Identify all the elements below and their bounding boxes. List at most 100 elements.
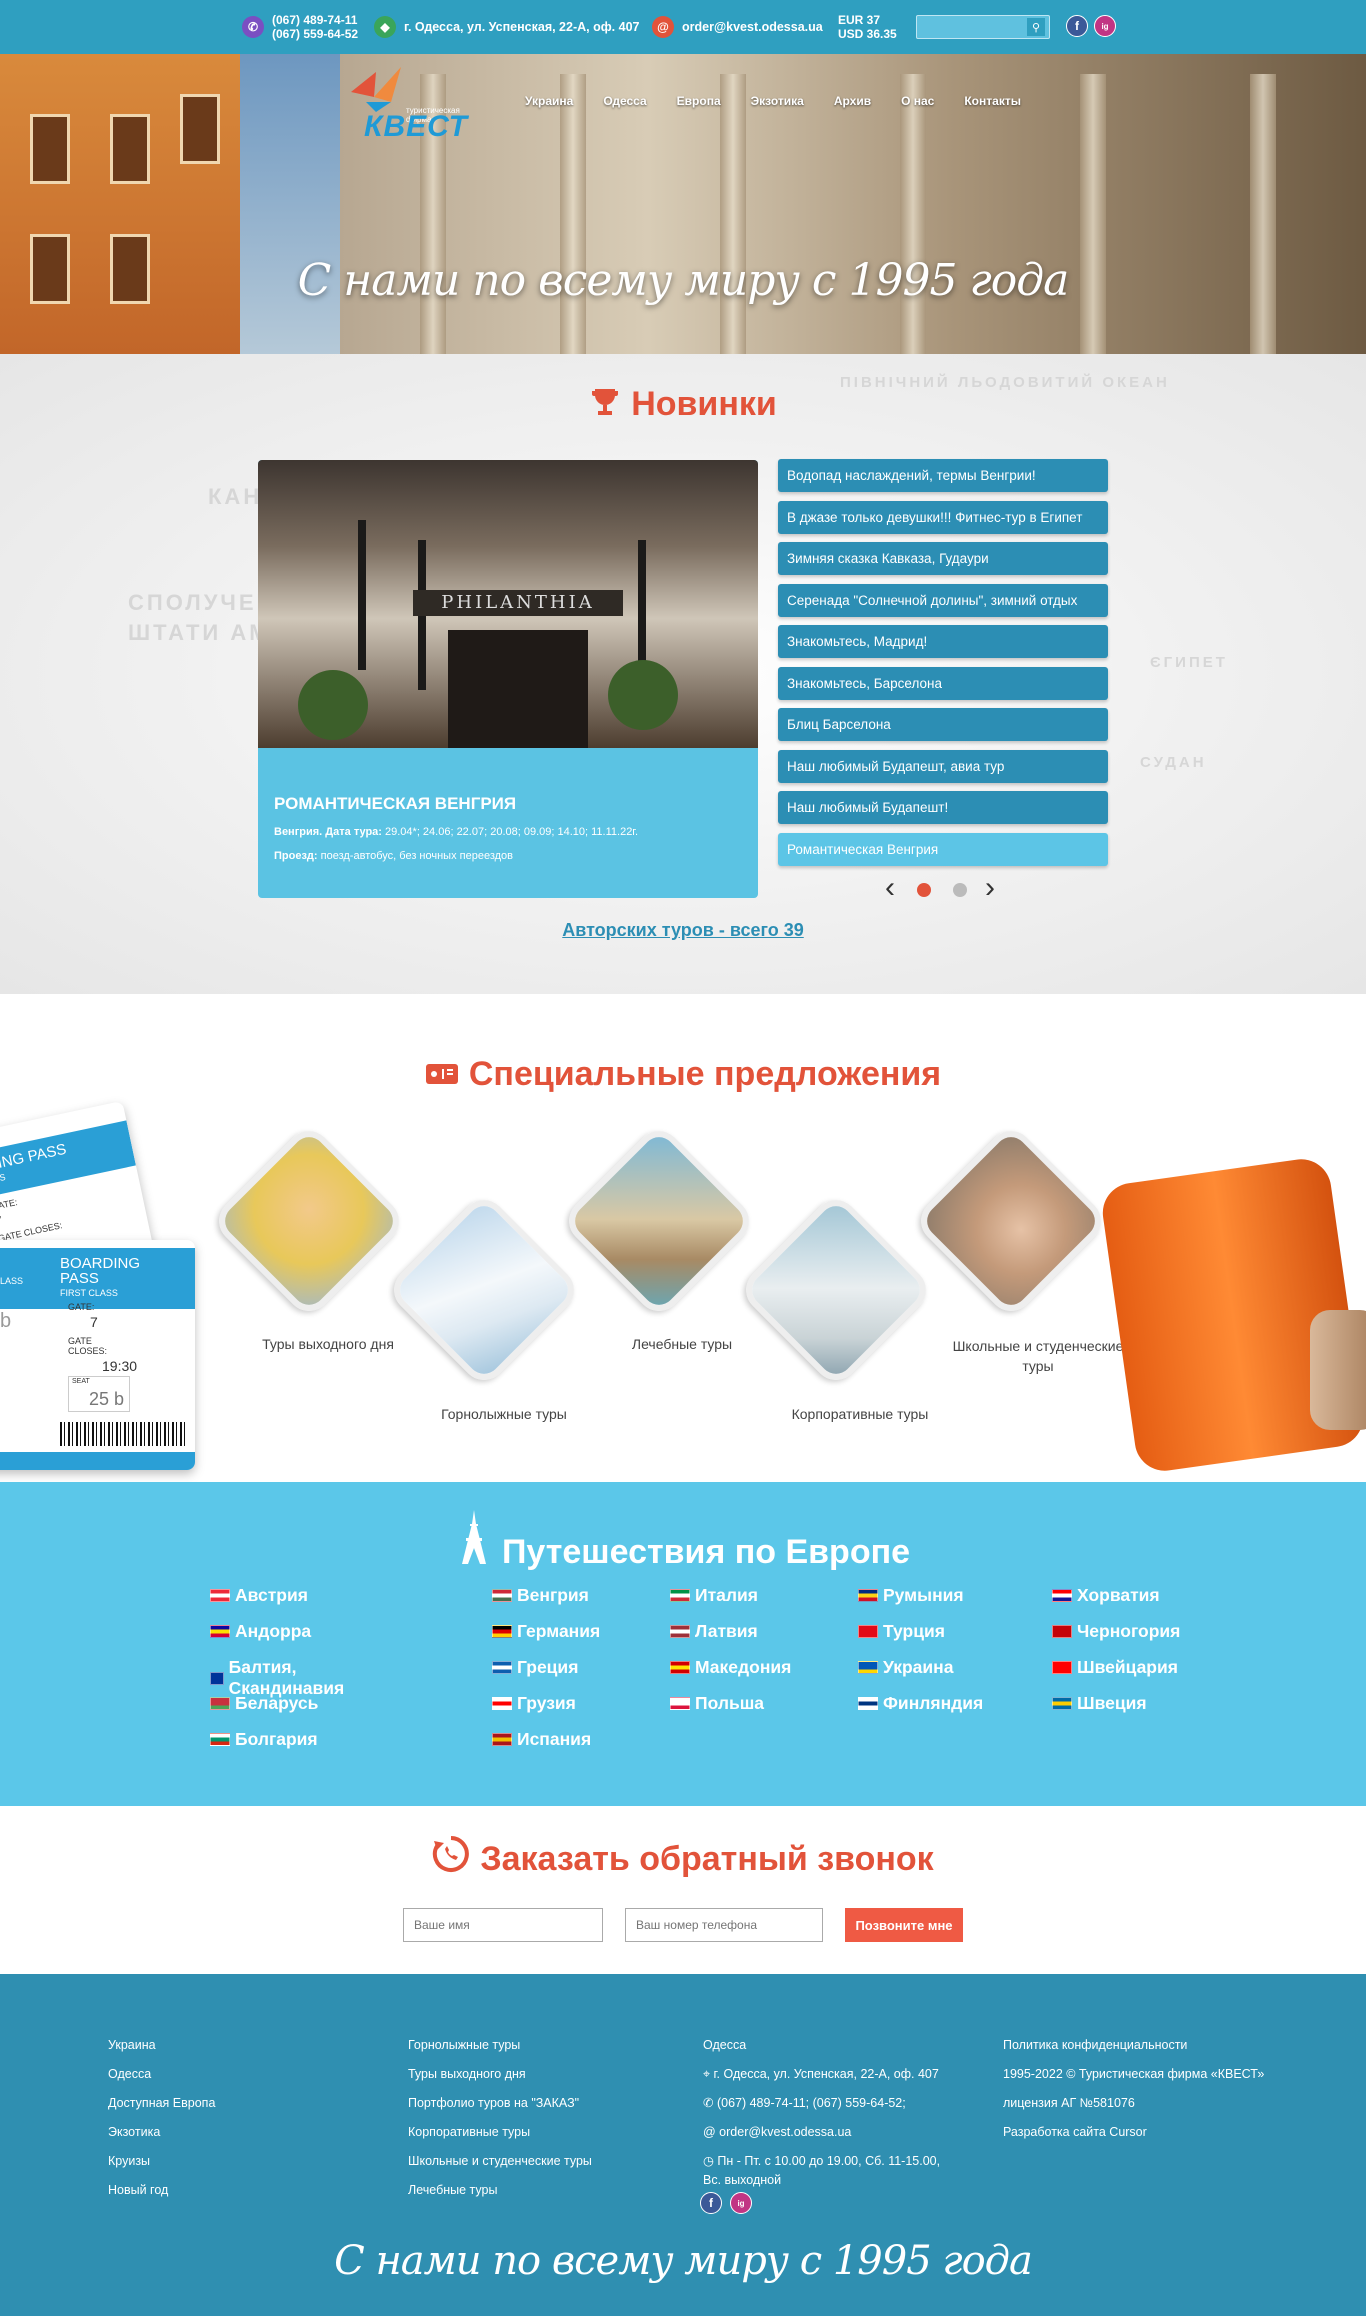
phone-link-1[interactable]: (067) 489-74-11 — [272, 13, 358, 27]
footer-link[interactable]: Украина — [108, 2031, 215, 2060]
country-name: Германия — [517, 1621, 601, 1641]
privacy-policy-link[interactable]: Политика конфиденциальности — [1003, 2031, 1264, 2060]
country-name: Украина — [883, 1657, 954, 1677]
nav-item-about[interactable]: О нас — [886, 94, 949, 108]
footer-link[interactable]: Школьные и студенческие туры — [408, 2147, 592, 2176]
country-link[interactable]: Болгария — [210, 1729, 318, 1750]
country-link[interactable]: Германия — [492, 1621, 600, 1642]
country-link[interactable]: Италия — [670, 1585, 758, 1606]
country-link[interactable]: Финляндия — [858, 1693, 983, 1714]
country-link[interactable]: Австрия — [210, 1585, 308, 1606]
tile-corporate-tours[interactable] — [737, 1191, 935, 1389]
nav-item-archive[interactable]: Архив — [819, 94, 886, 108]
footer-link[interactable]: Экзотика — [108, 2118, 215, 2147]
country-link[interactable]: Латвия — [670, 1621, 758, 1642]
country-link[interactable]: Швейцария — [1052, 1657, 1178, 1678]
news-item[interactable]: Наш любимый Будапешт! — [778, 791, 1108, 824]
tile-health-tours[interactable] — [560, 1122, 758, 1320]
trophy-icon — [589, 386, 621, 427]
tile-ski-tours[interactable] — [385, 1191, 583, 1389]
nav-item-ukraine[interactable]: Украина — [510, 94, 588, 108]
tile-school-tours[interactable] — [912, 1122, 1110, 1320]
news-item[interactable]: Зимняя сказка Кавказа, Гудаури — [778, 542, 1108, 575]
hero-column — [560, 74, 586, 354]
tile-ski-image — [385, 1191, 583, 1389]
street-lamp — [358, 520, 366, 670]
news-item[interactable]: Наш любимый Будапешт, авиа тур — [778, 749, 1108, 783]
country-link[interactable]: Румыния — [858, 1585, 964, 1606]
news-item[interactable]: Знакомьтесь, Мадрид! — [778, 625, 1108, 658]
flag-icon — [492, 1625, 512, 1638]
site-logo[interactable]: туристическая фирма КВЕСТ — [346, 62, 476, 143]
name-input[interactable] — [403, 1908, 603, 1942]
country-link[interactable]: Венгрия — [492, 1585, 589, 1606]
nav-item-europe[interactable]: Европа — [662, 94, 736, 108]
hero-slogan: С нами по всему миру с 1995 года — [297, 255, 1070, 306]
nav-item-exotic[interactable]: Экзотика — [736, 94, 819, 108]
country-link[interactable]: Андорра — [210, 1621, 311, 1642]
flag-icon — [670, 1697, 690, 1710]
footer-phones-text[interactable]: (067) 489-74-11; (067) 559-64-52; — [717, 2096, 906, 2110]
footer-link[interactable]: Лечебные туры — [408, 2176, 592, 2205]
news-item-active[interactable]: Романтическая Венгрия — [778, 832, 1108, 866]
country-link[interactable]: Македония — [670, 1657, 791, 1678]
footer-link[interactable]: Корпоративные туры — [408, 2118, 592, 2147]
tile-label-school[interactable]: Школьные и студенческие туры — [938, 1336, 1138, 1376]
nav-item-odessa[interactable]: Одесса — [588, 94, 661, 108]
footer-link[interactable]: Горнолыжные туры — [408, 2031, 592, 2060]
gate-closes-label: GATE CLOSES: — [68, 1336, 108, 1356]
news-item[interactable]: Серенада "Солнечной долины", зимний отды… — [778, 583, 1108, 617]
footer-link[interactable]: Туры выходного дня — [408, 2060, 592, 2089]
news-item[interactable]: В джазе только девушки!!! Фитнес-тур в Е… — [778, 500, 1108, 534]
phone-link-2[interactable]: (067) 559-64-52 — [272, 27, 358, 41]
slider-dot-active[interactable] — [917, 883, 931, 897]
country-link[interactable]: Украина — [858, 1657, 953, 1678]
instagram-icon[interactable]: ig — [1094, 15, 1116, 37]
country-name: Италия — [695, 1585, 758, 1605]
footer-facebook-icon[interactable]: f — [700, 2192, 722, 2214]
tile-label-ski[interactable]: Горнолыжные туры — [404, 1406, 604, 1422]
europe-title-text: Путешествия по Европе — [501, 1533, 911, 1571]
country-link[interactable]: Грузия — [492, 1693, 576, 1714]
search-icon[interactable]: ⚲ — [1027, 18, 1045, 36]
footer-link[interactable]: Круизы — [108, 2147, 215, 2176]
news-item[interactable]: Водопад наслаждений, термы Венгрии! — [778, 459, 1108, 492]
country-link[interactable]: Турция — [858, 1621, 945, 1642]
country-link[interactable]: Беларусь — [210, 1693, 318, 1714]
country-link[interactable]: Хорватия — [1052, 1585, 1160, 1606]
country-name: Грузия — [517, 1693, 576, 1713]
country-link[interactable]: Греция — [492, 1657, 578, 1678]
footer-email-text[interactable]: order@kvest.odessa.ua — [719, 2125, 851, 2139]
email-link[interactable]: order@kvest.odessa.ua — [682, 20, 823, 34]
location-icon: ⌖ — [703, 2067, 714, 2081]
shop-sign: PHILANTHIA — [413, 590, 623, 616]
call-me-button[interactable]: Позвоните мне — [845, 1908, 963, 1942]
news-item[interactable]: Блиц Барселона — [778, 708, 1108, 741]
footer-instagram-icon[interactable]: ig — [730, 2192, 752, 2214]
facebook-icon[interactable]: f — [1066, 15, 1088, 37]
phone-input[interactable] — [625, 1908, 823, 1942]
tile-label-health[interactable]: Лечебные туры — [582, 1336, 782, 1352]
chevron-right-icon[interactable]: › — [985, 873, 995, 903]
footer-link[interactable]: Портфолио туров на "ЗАКАЗ" — [408, 2089, 592, 2118]
nav-item-contacts[interactable]: Контакты — [949, 94, 1036, 108]
news-item[interactable]: Знакомьтесь, Барселона — [778, 666, 1108, 700]
authors-tours-link[interactable]: Авторских туров - всего 39 — [0, 920, 1366, 941]
country-link[interactable]: Испания — [492, 1729, 591, 1750]
tile-weekend-tours[interactable] — [210, 1122, 408, 1320]
search-input[interactable] — [917, 16, 1027, 38]
tile-label-weekend[interactable]: Туры выходного дня — [228, 1336, 428, 1352]
footer-link[interactable]: Доступная Европа — [108, 2089, 215, 2118]
country-link[interactable]: Польша — [670, 1693, 764, 1714]
tile-label-corporate[interactable]: Корпоративные туры — [760, 1406, 960, 1422]
country-link[interactable]: Черногория — [1052, 1621, 1180, 1642]
footer-link[interactable]: Одесса — [108, 2060, 215, 2089]
footer-link[interactable]: Новый год — [108, 2176, 215, 2205]
chevron-left-icon[interactable]: ‹ — [885, 873, 895, 903]
country-link[interactable]: Швеция — [1052, 1693, 1147, 1714]
phone-icon: ✆ — [703, 2096, 717, 2110]
featured-tour-card[interactable]: PHILANTHIA РОМАНТИЧЕСКАЯ ВЕНГРИЯ Венгрия… — [258, 460, 758, 898]
country-name: Хорватия — [1077, 1585, 1160, 1605]
slider-dot[interactable] — [953, 883, 967, 897]
developer-link[interactable]: Разработка сайта Cursor — [1003, 2118, 1264, 2147]
